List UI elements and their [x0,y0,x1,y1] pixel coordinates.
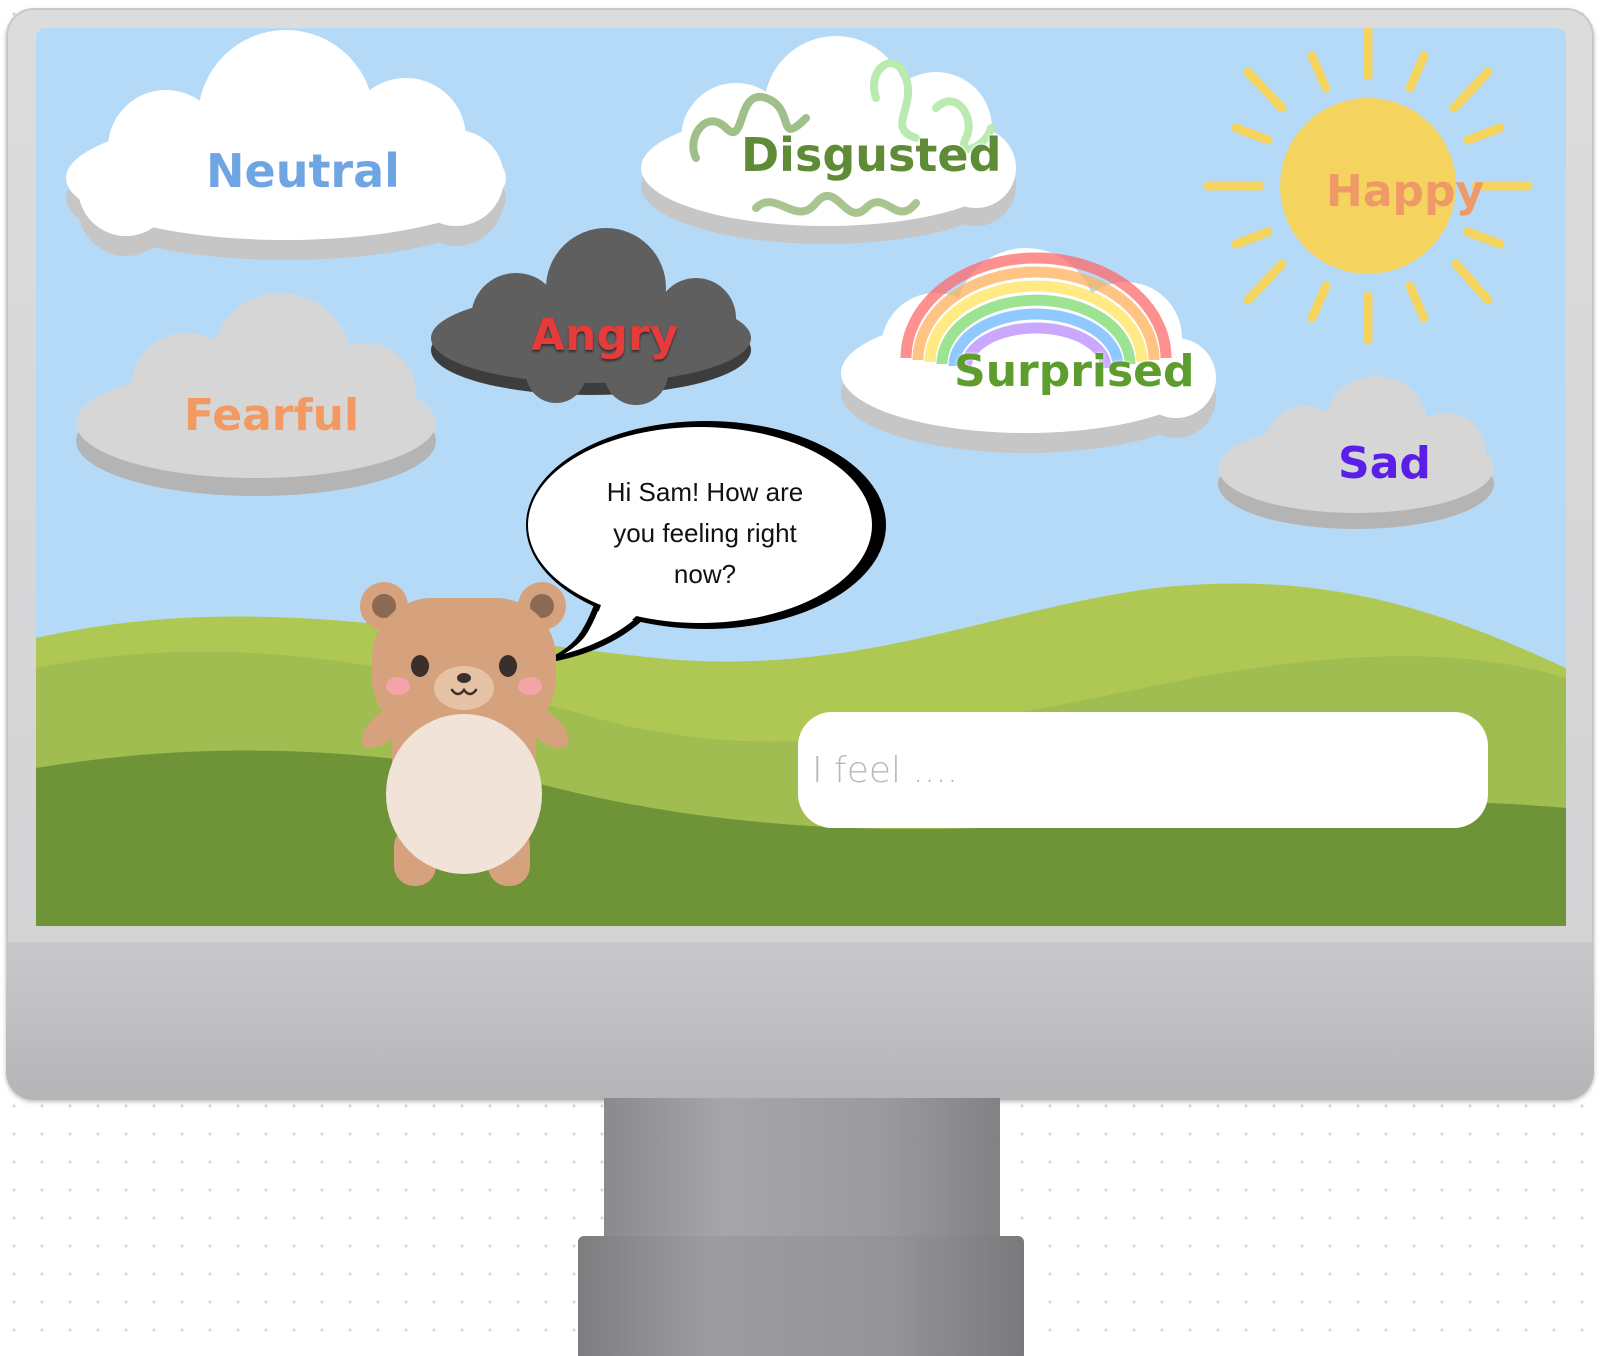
speech-line-1: Hi Sam! How are [606,477,804,507]
emotion-disgusted[interactable]: Disgusted [741,128,1002,182]
speech-line-2: you feeling right [613,518,797,548]
emotion-fearful[interactable]: Fearful [184,390,359,441]
emotion-sad[interactable]: Sad [1338,438,1431,489]
speech-line-3: now? [673,559,737,589]
app-screen: Neutral Disgusted Happy Angry Surprised … [36,28,1566,926]
emotion-angry[interactable]: Angry [531,310,678,361]
monitor-chin [6,942,1594,1100]
feeling-input[interactable] [798,712,1488,828]
bear-character [360,582,569,886]
emotion-neutral[interactable]: Neutral [206,144,400,198]
speech-bubble-text: Hi Sam! How are you feeling right now? [576,472,834,595]
monitor-stand-base [578,1236,1024,1356]
emotion-happy[interactable]: Happy [1326,166,1484,217]
monitor-stand [604,1098,1000,1238]
emotion-surprised[interactable]: Surprised [954,346,1195,397]
